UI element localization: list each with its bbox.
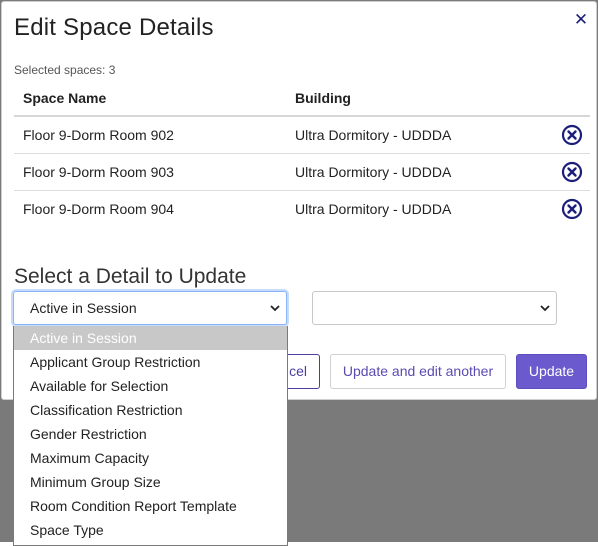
table-row: Floor 9-Dorm Room 903 Ultra Dormitory - … (14, 153, 590, 191)
dropdown-option[interactable]: Available for Selection (14, 374, 287, 398)
update-and-edit-another-button[interactable]: Update and edit another (330, 354, 506, 389)
chevron-down-icon (540, 305, 550, 312)
modal-title: Edit Space Details (14, 14, 214, 41)
dropdown-option[interactable]: Minimum Group Size (14, 470, 287, 494)
space-name-cell: Floor 9-Dorm Room 904 (23, 200, 174, 217)
detail-value-select[interactable] (312, 291, 557, 325)
space-name-cell: Floor 9-Dorm Room 902 (14, 116, 286, 154)
remove-circle-x-icon[interactable] (561, 198, 583, 220)
dropdown-option[interactable]: Gender Restriction (14, 422, 287, 446)
table-row: Floor 9-Dorm Room 902 Ultra Dormitory - … (14, 116, 590, 154)
update-button[interactable]: Update (516, 354, 587, 389)
dropdown-option[interactable]: Active in Session (14, 326, 287, 350)
detail-select-dropdown-list: Active in Session Applicant Group Restri… (13, 326, 288, 546)
remove-circle-x-icon[interactable] (561, 124, 583, 146)
dropdown-option[interactable]: Room Condition Report Template (14, 494, 287, 518)
select-detail-heading: Select a Detail to Update (14, 265, 247, 288)
chevron-down-icon (270, 305, 280, 312)
detail-select-value: Active in Session (30, 300, 137, 316)
building-cell: Ultra Dormitory - UDDDA (295, 200, 452, 217)
building-cell: Ultra Dormitory - UDDDA (286, 153, 554, 191)
column-header-actions (554, 80, 590, 117)
selected-spaces-table: Space Name Building Floor 9-Dorm Room 90… (14, 80, 590, 227)
dropdown-option[interactable]: Applicant Group Restriction (14, 350, 287, 374)
close-icon[interactable]: ✕ (573, 11, 589, 29)
space-name-cell: Floor 9-Dorm Room 903 (14, 153, 286, 191)
building-cell: Ultra Dormitory - UDDDA (286, 116, 554, 154)
selected-spaces-count: Selected spaces: 3 (14, 63, 116, 77)
column-header-space-name: Space Name (14, 80, 286, 117)
table-header-row: Space Name Building (14, 80, 590, 117)
column-header-building: Building (286, 80, 554, 117)
dropdown-option[interactable]: Classification Restriction (14, 398, 287, 422)
dropdown-option[interactable]: Space Type (14, 518, 287, 542)
dropdown-option[interactable]: Maximum Capacity (14, 446, 287, 470)
detail-select[interactable]: Active in Session (13, 291, 287, 325)
table-row: Floor 9-Dorm Room 904 Ultra Dormitory - … (14, 190, 590, 227)
remove-circle-x-icon[interactable] (561, 161, 583, 183)
